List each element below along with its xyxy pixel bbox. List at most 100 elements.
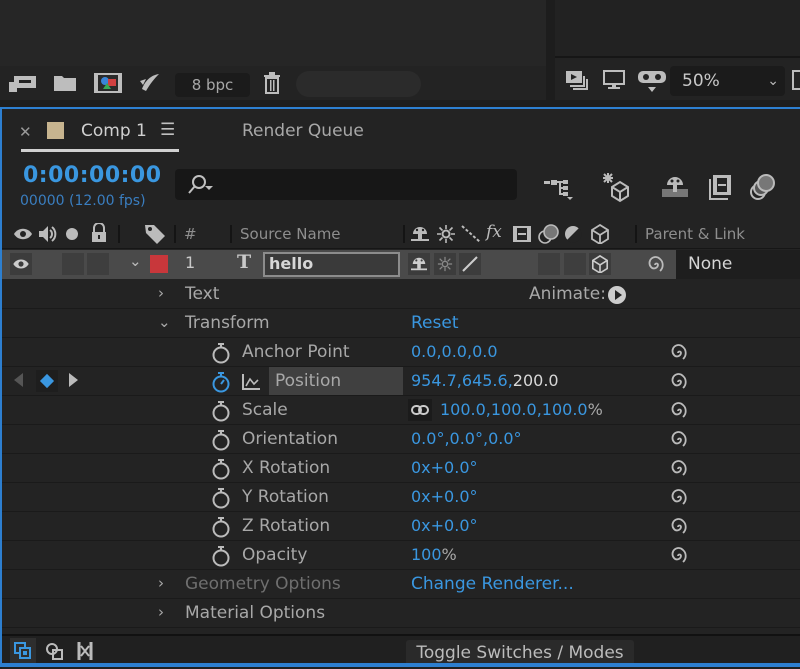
property-row[interactable]: X Rotation 0x+0.0° [2,454,800,483]
pick-whip-icon[interactable] [668,517,688,541]
pick-whip-icon[interactable] [668,372,688,396]
3d-layer-icon[interactable] [590,224,610,244]
vr-goggles-icon[interactable] [637,68,667,94]
stopwatch-icon[interactable] [209,429,233,455]
stopwatch-icon[interactable] [209,458,233,484]
parent-dropdown[interactable]: None [676,250,800,279]
interpret-footage-icon[interactable] [8,74,38,94]
column-separator[interactable] [635,225,637,243]
collapse-switch[interactable] [434,253,456,275]
animate-play-icon[interactable] [607,285,627,305]
property-row[interactable]: Z Rotation 0x+0.0° [2,512,800,541]
3d-layer-switch[interactable] [589,253,611,275]
adjustment-layer-icon[interactable] [564,225,582,243]
close-tab-icon[interactable]: ✕ [19,123,32,141]
render-rocket-icon[interactable] [137,73,161,95]
property-value-editable[interactable]: 954.7,645.6, [411,371,513,390]
column-separator[interactable] [118,225,120,243]
new-composition-icon[interactable] [93,72,123,94]
frame-blend-switch-icon[interactable] [512,225,532,243]
property-row[interactable]: Anchor Point 0.0,0.0,0.0 [2,338,800,367]
collapse-sun-icon[interactable] [437,225,455,243]
stopwatch-active-icon[interactable] [209,371,233,397]
monitor-icon[interactable] [602,69,626,91]
property-value-editable[interactable]: 0.0°,0.0°,0.0° [411,429,522,448]
quality-icon[interactable] [461,225,481,243]
stopwatch-icon[interactable] [209,545,233,571]
graph-editor-icon[interactable] [241,373,261,391]
new-folder-icon[interactable] [53,74,77,92]
keyframe-toggle[interactable] [36,370,58,392]
property-value-editable[interactable]: 0x+0.0° [411,458,478,477]
column-source-name[interactable]: Source Name [240,225,341,243]
shy-layers-icon[interactable] [660,175,690,199]
layer-twirl-down-icon[interactable]: ⌄ [129,252,142,270]
shy-switch-icon[interactable] [410,225,430,243]
current-timecode[interactable]: 0:00:00:00 [23,163,162,188]
property-value[interactable]: 0.0°,0.0°,0.0° [411,429,522,448]
chevron-down-icon[interactable]: ⌄ [158,313,171,331]
lock-icon[interactable] [90,223,108,243]
lock-toggle[interactable] [87,253,109,275]
hamburger-menu-icon[interactable]: ☰ [160,120,175,140]
stopwatch-icon[interactable] [209,516,233,542]
property-row[interactable]: Scale 100.0,100.0,100.0% [2,396,800,425]
property-value[interactable]: 954.7,645.6,200.0 [411,371,559,390]
chevron-right-icon[interactable]: › [158,284,164,302]
frame-blending-icon[interactable] [706,173,734,201]
video-eye-icon[interactable] [13,227,33,241]
geometry-options-row[interactable]: › Geometry Options Change Renderer... [2,570,800,599]
shy-switch[interactable] [408,253,430,275]
chevron-right-icon[interactable]: › [158,603,164,621]
pick-whip-icon[interactable] [668,401,688,425]
column-separator[interactable] [174,225,176,243]
property-value-editable[interactable]: 0.0,0.0,0.0 [411,342,498,361]
pick-whip-icon[interactable] [668,430,688,454]
draft-3d-icon[interactable] [600,171,632,203]
property-value-editable[interactable]: 0x+0.0° [411,487,478,506]
pick-whip-icon[interactable] [668,459,688,483]
property-value[interactable]: 0x+0.0° [411,487,478,506]
constrain-proportions-toggle[interactable] [408,399,432,421]
property-row[interactable]: Opacity 100% [2,541,800,570]
layer-switches-toggle[interactable] [10,638,36,664]
audio-speaker-icon[interactable] [37,224,57,244]
property-value[interactable]: 100.0,100.0,100.0% [440,400,603,419]
stopwatch-icon[interactable] [209,400,233,426]
video-toggle[interactable] [10,253,32,275]
change-renderer-link[interactable]: Change Renderer... [411,574,574,594]
toggle-panel-icon[interactable] [792,70,800,90]
stopwatch-icon[interactable] [209,342,233,368]
label-tag-icon[interactable] [144,223,166,245]
transfer-controls-icon[interactable] [45,641,65,661]
column-separator[interactable] [230,225,232,243]
adjustment-switch[interactable] [564,253,586,275]
motion-blur-switch-icon[interactable] [537,223,561,245]
prev-keyframe-icon[interactable] [14,373,23,387]
reset-link[interactable]: Reset [411,313,459,333]
property-value[interactable]: 0.0,0.0,0.0 [411,342,498,361]
layer-name-field[interactable]: hello [263,252,400,277]
tab-render-queue[interactable]: Render Queue [242,121,364,141]
property-value[interactable]: 0x+0.0° [411,516,478,535]
magnification-dropdown[interactable]: 50% ⌄ [670,66,785,96]
solo-toggle[interactable] [62,253,84,275]
pick-whip-icon[interactable] [645,255,665,275]
chevron-right-icon[interactable]: › [158,574,164,592]
property-value[interactable]: 0x+0.0° [411,458,478,477]
layer-search-input[interactable] [175,169,517,200]
pick-whip-icon[interactable] [668,343,688,367]
property-value-editable[interactable]: 100 [411,545,442,564]
in-out-duration-icon[interactable] [75,640,95,662]
property-value-editable[interactable]: 100.0,100.0,100.0 [440,400,588,419]
quality-switch[interactable] [459,253,481,275]
layer-label-color[interactable] [150,255,168,273]
effects-fx-icon[interactable]: fx [486,222,502,242]
motion-blur-icon[interactable] [748,173,778,201]
pick-whip-icon[interactable] [668,546,688,570]
column-parent-link[interactable]: Parent & Link [645,225,745,243]
property-row[interactable]: Y Rotation 0x+0.0° [2,483,800,512]
stopwatch-icon[interactable] [209,487,233,513]
property-row[interactable]: Orientation 0.0°,0.0°,0.0° [2,425,800,454]
property-value[interactable]: 100% [411,545,457,564]
